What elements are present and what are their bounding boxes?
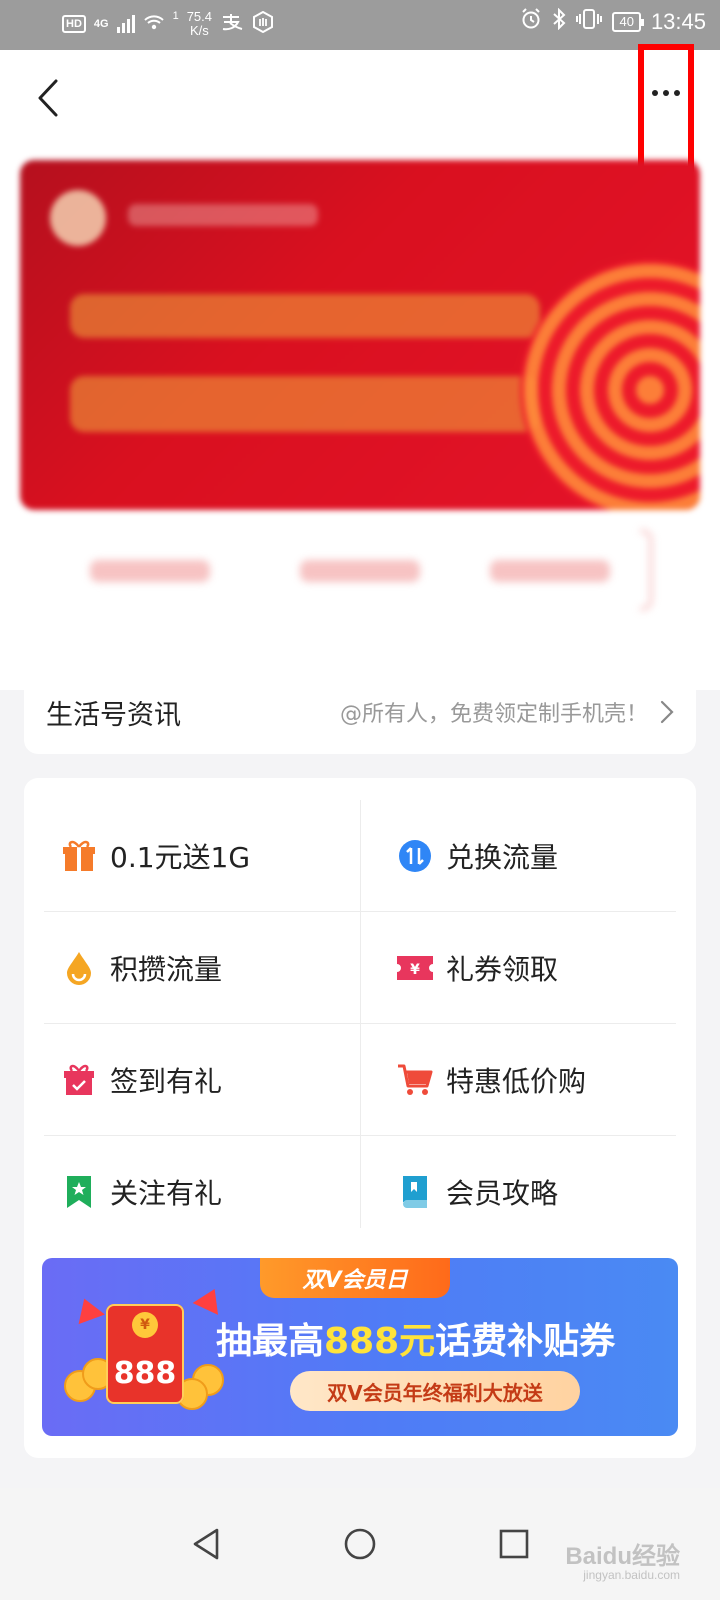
envelope-coin: ¥	[132, 1312, 158, 1338]
grid-item-label: 礼券领取	[446, 953, 559, 986]
blurred-edge	[640, 530, 652, 610]
grid-item-label: 签到有礼	[110, 1065, 223, 1098]
grid-item-checkin[interactable]: 签到有礼	[44, 1024, 360, 1136]
cart-icon	[396, 1061, 434, 1099]
news-title: 生活号资讯	[46, 699, 181, 731]
blurred-line	[70, 294, 540, 338]
gift-icon	[60, 837, 98, 875]
clock: 13:45	[650, 9, 706, 34]
envelope-number: 888	[113, 1356, 177, 1391]
blurred-action-row	[40, 520, 652, 630]
blurred-member-card[interactable]	[20, 160, 700, 510]
vibrate-icon	[576, 8, 603, 36]
grid-item-flow-gift[interactable]: 0.1元送1G	[44, 800, 360, 912]
grid-item-label: 会员攻略	[446, 1177, 559, 1210]
more-options-button[interactable]	[638, 44, 694, 172]
grid-item-follow-gift[interactable]: 关注有礼	[44, 1136, 360, 1248]
chevron-right-icon	[660, 700, 674, 724]
grid-item-label: 关注有礼	[110, 1177, 223, 1210]
network-speed: 75.4 K/s	[187, 10, 212, 38]
more-dots-icon	[652, 90, 680, 96]
checkin-gift-icon	[60, 1061, 98, 1099]
blurred-line	[70, 376, 540, 432]
promo-title-highlight: 888元	[324, 1321, 436, 1362]
nav-back-button[interactable]	[166, 1488, 246, 1600]
alipay-icon	[220, 13, 244, 35]
promo-title-suffix: 话费补贴券	[435, 1321, 616, 1362]
grid-item-label: 0.1元送1G	[110, 841, 251, 874]
triangle-back-icon	[193, 1528, 219, 1560]
confetti-icon	[71, 1293, 105, 1325]
blurred-action[interactable]	[490, 560, 610, 582]
grid-item-member-guide[interactable]: 会员攻略	[380, 1136, 696, 1248]
signal-icon	[116, 15, 135, 33]
promo-title-prefix: 抽最高	[216, 1321, 325, 1362]
promo-tag: 双V会员日	[260, 1258, 450, 1298]
chevron-left-icon	[38, 79, 58, 117]
square-recents-icon	[499, 1529, 529, 1559]
grid-item-label: 积攒流量	[110, 953, 223, 986]
book-icon	[396, 1173, 434, 1211]
grid-item-exchange-flow[interactable]: 兑换流量	[380, 800, 696, 912]
status-left: HD 4G 1 75.4 K/s	[62, 10, 274, 38]
nav-recents-button[interactable]	[474, 1488, 554, 1600]
divider	[360, 800, 361, 1228]
back-button[interactable]	[28, 78, 68, 118]
grid-item-save-flow[interactable]: 积攒流量	[44, 912, 360, 1024]
watermark-url: jingyan.baidu.com	[583, 1568, 680, 1582]
promo-subtitle: 双V会员年终福利大放送	[290, 1371, 580, 1411]
battery-indicator: 40	[612, 12, 645, 32]
nav-home-button[interactable]	[320, 1488, 400, 1600]
grid-item-label: 兑换流量	[446, 841, 559, 874]
sim-index: 1	[172, 10, 179, 22]
grid-item-coupon[interactable]: ¥ 礼券领取	[380, 912, 696, 1024]
grid-item-label: 特惠低价购	[446, 1065, 587, 1098]
blurred-name	[128, 204, 318, 226]
network-type: 4G	[93, 18, 109, 30]
grid-item-discount-buy[interactable]: 特惠低价购	[380, 1024, 696, 1136]
circle-home-icon	[344, 1528, 376, 1560]
red-envelope-icon: ¥ 888	[106, 1304, 184, 1404]
speed-value: 75.4	[186, 9, 213, 24]
hd-badge: HD	[62, 15, 86, 33]
alarm-icon	[520, 8, 542, 36]
wifi-icon	[143, 13, 165, 35]
droplet-icon	[60, 949, 98, 987]
coupon-icon: ¥	[396, 949, 434, 987]
promo-banner[interactable]: 双V会员日 ¥ 888 抽最高888元话费补贴券 双V会员年终福利大放送	[42, 1258, 678, 1436]
exchange-icon	[396, 837, 434, 875]
avatar	[50, 190, 106, 246]
status-bar: HD 4G 1 75.4 K/s 40 13:45	[0, 0, 720, 50]
bluetooth-icon	[552, 7, 566, 36]
bookmark-star-icon	[60, 1173, 98, 1211]
promo-title: 抽最高888元话费补贴券	[216, 1312, 615, 1364]
speed-unit: K/s	[189, 23, 209, 38]
blurred-action[interactable]	[300, 560, 420, 582]
confetti-icon	[192, 1283, 228, 1315]
svg-text:¥: ¥	[410, 962, 420, 978]
news-card[interactable]: 生活号资讯 @所有人，免费领定制手机壳！	[24, 670, 696, 754]
news-text: @所有人，免费领定制手机壳！	[339, 702, 648, 727]
hand-icon	[252, 10, 274, 37]
watermark-brand: Baidu经验	[565, 1543, 680, 1570]
status-right: 40 13:45	[520, 7, 706, 36]
decorative-rings	[520, 260, 700, 510]
blurred-action[interactable]	[90, 560, 210, 582]
